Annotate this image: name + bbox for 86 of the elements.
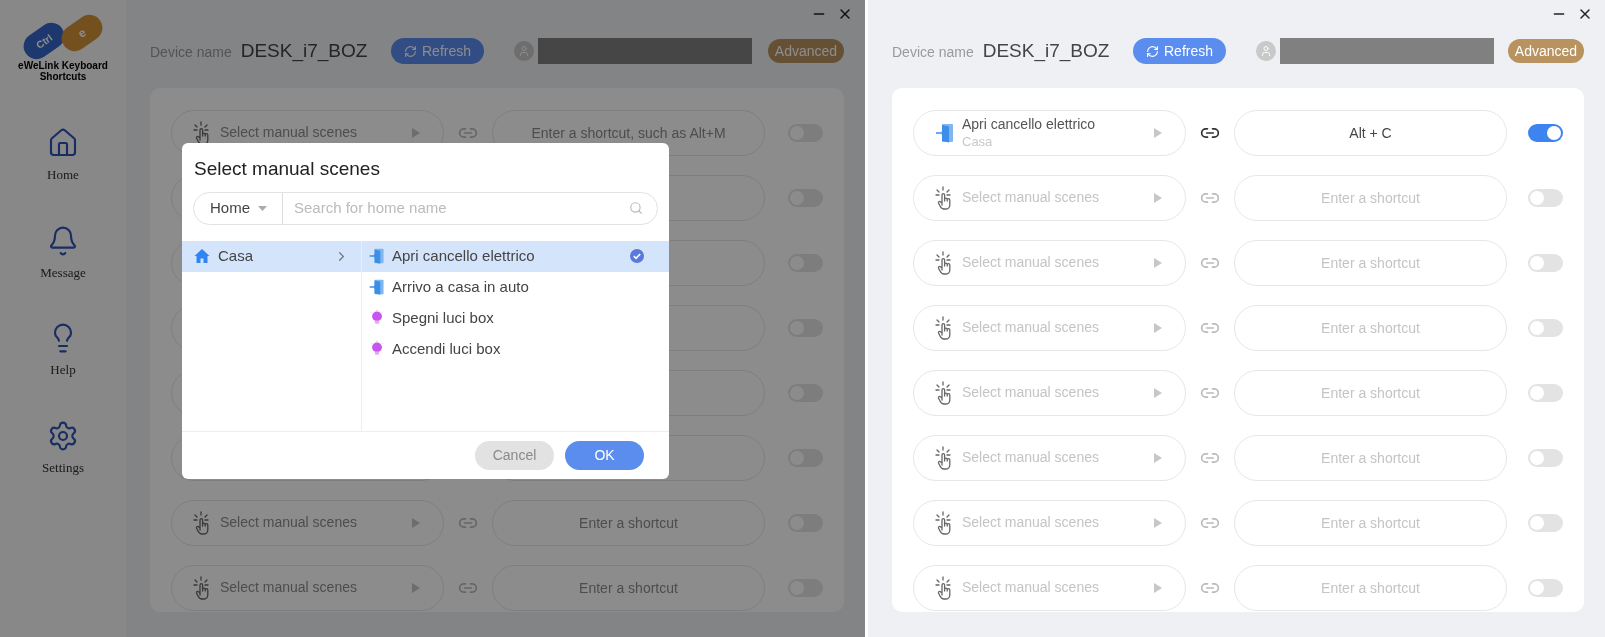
play-icon [1153,192,1163,204]
shortcut-field[interactable]: Enter a shortcut [1234,500,1507,546]
scene-placeholder: Select manual scenes [962,579,1100,597]
toggle-switch[interactable] [1528,514,1563,532]
scene-selector[interactable]: Select manual scenes [913,305,1186,351]
shortcut-field[interactable]: Enter a shortcut [1234,305,1507,351]
toggle-switch[interactable] [1528,579,1563,597]
lightbulb-icon [368,340,386,358]
nav-item[interactable]: Message [23,224,103,282]
toggle-switch[interactable] [1528,319,1563,337]
caret-icon [258,205,267,211]
scene-placeholder: Select manual scenes [962,384,1100,402]
play-icon [411,517,421,529]
nav-item[interactable]: Settings [23,419,103,477]
shortcut-field[interactable]: Enter a shortcut [492,500,765,546]
play-icon [1153,452,1163,464]
scene-placeholder: Select manual scenes [962,319,1100,337]
scene-placeholder: Select manual scenes [962,254,1100,272]
toggle-switch[interactable] [1528,384,1563,402]
lightbulb-icon [368,309,386,327]
home-list-item[interactable]: Casa [182,240,361,272]
shortcut-field[interactable]: Enter a shortcut [492,565,765,611]
door-icon [368,278,386,296]
play-icon [1153,257,1163,269]
scene-selector[interactable]: Select manual scenes [913,500,1186,546]
home-dropdown[interactable]: Home [194,192,283,224]
toggle-switch[interactable] [1528,254,1563,272]
advanced-button[interactable]: Advanced [768,39,844,63]
device-name: DESK_i7_BOZ [240,38,368,64]
advanced-button[interactable]: Advanced [1508,39,1584,63]
check-circle-icon [630,249,644,263]
ok-button[interactable]: OK [565,440,644,470]
scene-list-item[interactable]: Spegni luci box [362,302,669,334]
scene-selector[interactable]: Select manual scenes [171,565,444,611]
door-icon [934,122,956,144]
refresh-button[interactable]: Refresh [391,38,484,64]
cancel-button[interactable]: Cancel [475,440,554,470]
scene-placeholder: Select manual scenes [220,124,358,142]
nav-item[interactable]: Home [23,127,103,185]
shortcut-field[interactable]: Enter a shortcut [1234,240,1507,286]
play-icon [1153,517,1163,529]
play-icon [1153,322,1163,334]
scene-list-item[interactable]: Arrivo a casa in auto [362,271,669,303]
close-icon[interactable] [1577,6,1593,22]
avatar-icon [514,41,534,61]
play-icon [1153,387,1163,399]
device-name-label: Device name [892,42,974,62]
scene-placeholder: Select manual scenes [962,189,1100,207]
search-icon [629,201,643,215]
scene-selector[interactable]: Select manual scenes [913,435,1186,481]
scene-selector[interactable]: Select manual scenes [913,175,1186,221]
scene-list-item[interactable]: Apri cancello elettrico [362,240,669,272]
home-icon [47,127,79,159]
scene-placeholder: Select manual scenes [220,579,358,597]
scene-selector[interactable]: Select manual scenes [913,240,1186,286]
refresh-icon [404,44,417,58]
shortcut-field[interactable]: Enter a shortcut [1234,370,1507,416]
scene-selector[interactable]: Select manual scenes [171,500,444,546]
house-icon [194,248,210,264]
play-icon [1153,582,1163,594]
toggle-switch[interactable] [1528,449,1563,467]
shortcut-field[interactable]: Alt + C [1234,110,1507,156]
toggle-switch[interactable] [1528,189,1563,207]
play-icon [411,127,421,139]
scene-name: Apri cancello elettrico [962,116,1097,134]
scene-placeholder: Select manual scenes [962,449,1100,467]
bell-icon [47,224,79,257]
scene-selector[interactable]: Select manual scenes [913,370,1186,416]
dialog-title: Select manual scenes [194,157,381,181]
avatar-icon [1256,41,1276,61]
play-icon [1153,127,1163,139]
nav-item[interactable]: Help [23,322,103,380]
scene-list-item[interactable]: Accendi luci box [362,333,669,365]
refresh-button[interactable]: Refresh [1133,38,1226,64]
toggle-switch[interactable] [1528,124,1563,142]
scene-placeholder: Select manual scenes [962,514,1100,532]
door-icon [368,247,386,265]
settings-icon [47,419,79,452]
refresh-icon [1146,44,1159,58]
shortcut-field[interactable]: Enter a shortcut [1234,435,1507,481]
device-name: DESK_i7_BOZ [982,38,1110,64]
shortcut-field[interactable]: Enter a shortcut [1234,565,1507,611]
scene-placeholder: Select manual scenes [220,514,358,532]
shortcut-field[interactable]: Enter a shortcut [1234,175,1507,221]
scene-selector[interactable]: Select manual scenes [913,565,1186,611]
play-icon [411,582,421,594]
